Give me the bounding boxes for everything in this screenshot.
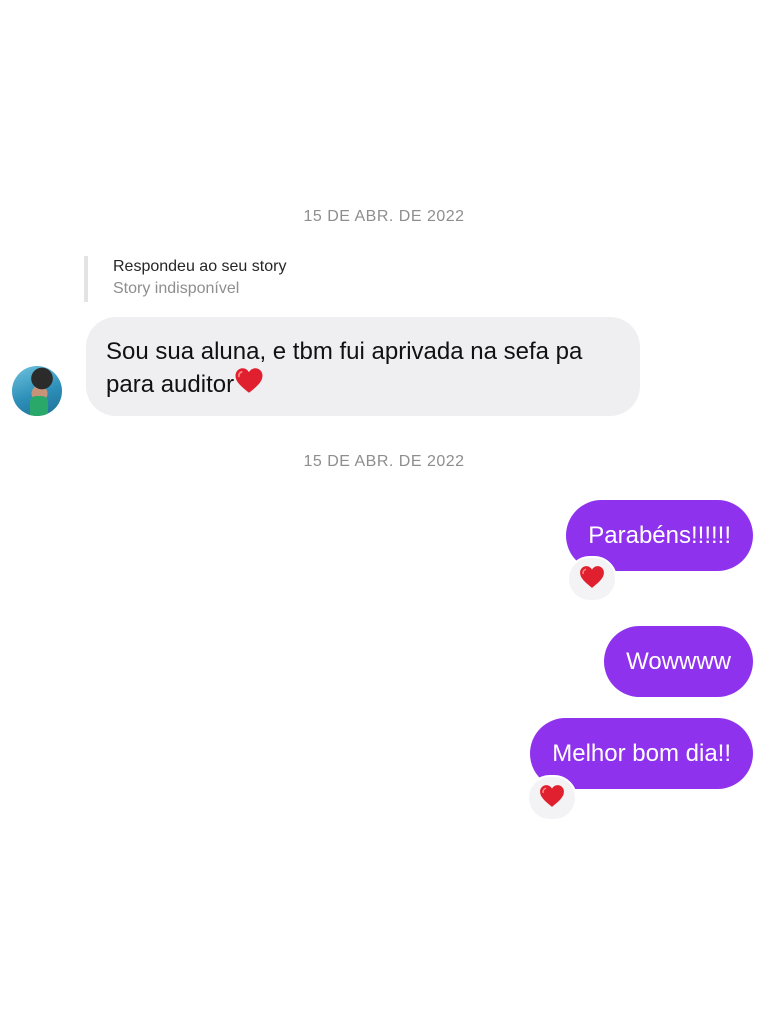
date-separator: 15 DE ABR. DE 2022: [303, 453, 465, 470]
outgoing-message-text: Wowwww: [626, 648, 731, 675]
date-separator: 15 DE ABR. DE 2022: [303, 208, 465, 225]
outgoing-message-bubble[interactable]: Wowwww: [604, 626, 753, 697]
outgoing-message-text: Melhor bom dia!!: [552, 740, 731, 767]
red-heart-icon: [579, 565, 605, 594]
incoming-message-text: Sou sua aluna, e tbm fui aprivada na sef…: [106, 338, 583, 398]
story-reply-title: Respondeu ao seu story: [113, 258, 287, 275]
avatar-figure: [30, 396, 48, 416]
red-heart-icon: [234, 367, 264, 402]
story-reply-context[interactable]: Respondeu ao seu story Story indisponíve…: [84, 256, 286, 302]
message-reaction[interactable]: [527, 775, 577, 821]
outgoing-message-text: Parabéns!!!!!!: [588, 522, 731, 549]
story-reply-subtitle: Story indisponível: [113, 280, 240, 297]
red-heart-icon: [539, 784, 565, 813]
avatar[interactable]: [12, 366, 62, 416]
incoming-message-bubble[interactable]: Sou sua aluna, e tbm fui aprivada na sef…: [86, 317, 640, 416]
message-reaction[interactable]: [567, 556, 617, 602]
